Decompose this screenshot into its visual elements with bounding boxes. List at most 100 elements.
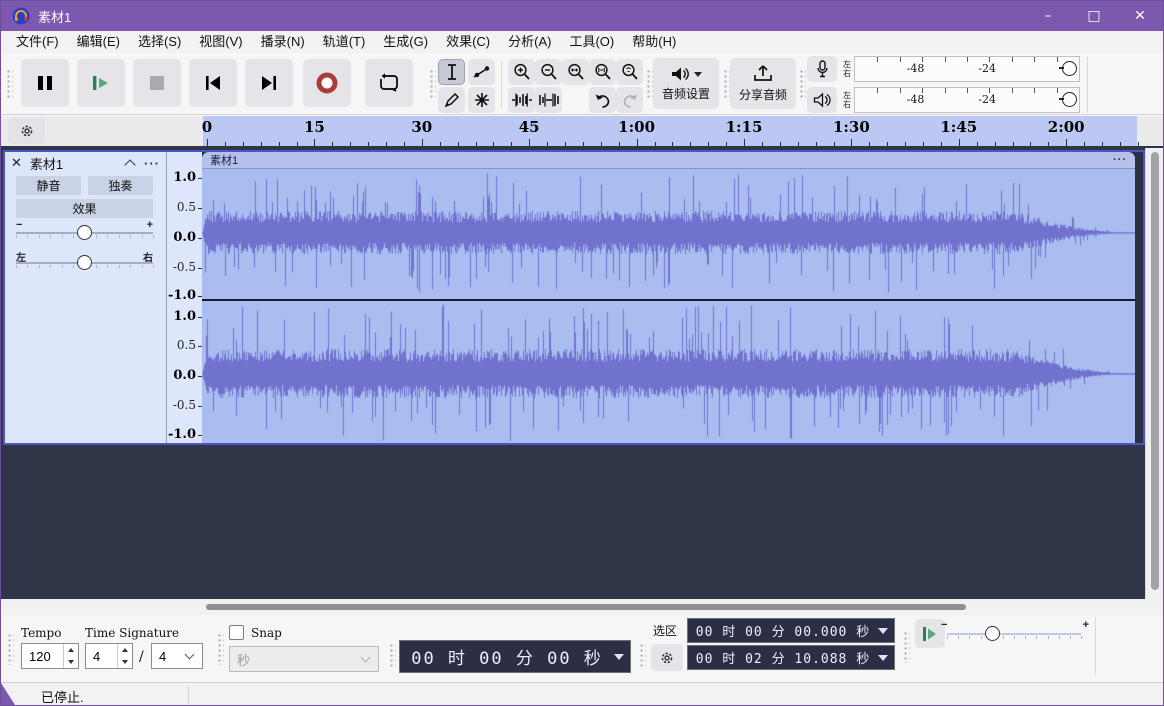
selection-start-display[interactable]: 00 时 00 分 00.000 秒 (687, 618, 895, 643)
snap-unit-combo[interactable]: 秒 (229, 646, 379, 672)
meters-grip[interactable] (799, 69, 806, 99)
track[interactable]: ✕ 素材1 ··· 静音 独奏 效果 − + 左 右 1.0 0.5 0.0 -… (3, 150, 1145, 445)
share-grip[interactable] (723, 69, 730, 99)
loop-button[interactable] (365, 59, 413, 107)
effects-button[interactable]: 效果 (16, 199, 153, 218)
ts-down-button[interactable] (118, 656, 132, 668)
record-button[interactable] (303, 59, 351, 107)
share-audio-button[interactable]: 分享音频 (730, 58, 796, 109)
mute-button[interactable]: 静音 (16, 176, 81, 195)
clip-header[interactable]: 素材1 ··· (202, 152, 1135, 169)
vertical-scale[interactable]: 1.0 0.5 0.0 -0.5 -1.0 1.0 0.5 0.0 -0.5 -1.0 (166, 152, 202, 443)
track-name[interactable]: 素材1 (30, 154, 126, 173)
horizontal-scrollbar[interactable] (1, 599, 1163, 615)
tempo-value[interactable]: 120 (22, 649, 63, 664)
audio-position-display[interactable]: 00 时 00 分 00 秒 (399, 640, 631, 673)
audio-clip[interactable]: 素材1 ··· (202, 152, 1135, 443)
ts-up-button[interactable] (118, 644, 132, 656)
snap-grip[interactable] (217, 633, 224, 665)
pan-slider[interactable]: 左 右 (16, 252, 154, 274)
waveform-channel-left[interactable] (202, 169, 1135, 299)
multi-tool-button[interactable] (468, 87, 495, 113)
snap-checkbox[interactable] (229, 625, 244, 640)
record-meter-button[interactable] (807, 56, 837, 82)
minimize-button[interactable]: – (1025, 1, 1071, 31)
silence-selection-button[interactable] (535, 87, 562, 113)
waveform-channel-right[interactable] (202, 301, 1135, 443)
selection-tool-button[interactable] (438, 59, 465, 85)
clip-menu-button[interactable]: ··· (1113, 154, 1127, 166)
menu-item[interactable]: 播录(N) (252, 31, 314, 53)
menu-item[interactable]: 视图(V) (190, 31, 251, 53)
track-collapse-icon[interactable] (124, 159, 136, 171)
draw-tool-button[interactable] (438, 87, 465, 113)
tempo-spinner[interactable]: 120 (21, 643, 79, 669)
menu-item[interactable]: 轨道(T) (314, 31, 375, 53)
solo-button[interactable]: 独奏 (88, 176, 153, 195)
tempo-up-button[interactable] (64, 644, 78, 656)
menu-item[interactable]: 文件(F) (7, 31, 68, 53)
timeline-ruler[interactable]: 0 15 30 45 1:00 1:15 1:30 1:45 2:00 (202, 116, 1163, 146)
time-signature-upper-value[interactable]: 4 (86, 649, 117, 664)
selection-start-value[interactable]: 00 时 00 分 00.000 秒 (688, 621, 878, 640)
vertical-scrollbar[interactable] (1145, 148, 1163, 599)
zoom-out-button[interactable] (535, 59, 562, 85)
envelope-tool-button[interactable] (468, 59, 495, 85)
pan-slider-thumb[interactable] (77, 255, 92, 270)
tools-grip[interactable] (429, 69, 436, 99)
gain-slider-thumb[interactable] (77, 225, 92, 240)
play-button[interactable] (77, 59, 125, 107)
tempo-down-button[interactable] (64, 656, 78, 668)
selection-end-value[interactable]: 00 时 02 分 10.088 秒 (688, 648, 878, 667)
undo-button[interactable] (589, 87, 616, 113)
recording-meter[interactable]: 左右 -48 -24 (807, 56, 1080, 82)
skip-to-end-button[interactable] (245, 59, 293, 107)
close-button[interactable]: ✕ (1117, 1, 1163, 31)
selection-end-display[interactable]: 00 时 02 分 10.088 秒 (687, 645, 895, 670)
vertical-scrollbar-thumb[interactable] (1151, 152, 1159, 590)
audio-setup-button[interactable]: 音频设置 (653, 58, 719, 109)
audio-position-value[interactable]: 00 时 00 分 00 秒 (400, 644, 614, 669)
play-meter-scale[interactable]: -48 -24 (854, 87, 1080, 113)
play-speed-slider-thumb[interactable] (985, 626, 1000, 641)
waveform-canvas-right[interactable] (202, 301, 1135, 443)
stop-button[interactable] (133, 59, 181, 107)
track-control-panel[interactable]: ✕ 素材1 ··· 静音 独奏 效果 − + 左 右 (5, 152, 166, 443)
gain-slider[interactable]: − + (16, 219, 154, 244)
horizontal-scrollbar-thumb[interactable] (206, 604, 966, 610)
time-format-dropdown-icon[interactable] (878, 654, 888, 661)
menu-item[interactable]: 编辑(E) (68, 31, 129, 53)
time-signature-grip[interactable] (7, 633, 14, 665)
playback-meter[interactable]: 左右 -48 -24 (807, 87, 1080, 113)
play-speed-slider[interactable]: − + (941, 619, 1089, 641)
menu-item[interactable]: 工具(O) (560, 31, 623, 53)
trim-outside-selection-button[interactable] (508, 87, 535, 113)
time-format-dropdown-icon[interactable] (614, 653, 624, 660)
menu-item[interactable]: 分析(A) (499, 31, 560, 53)
redo-button[interactable] (616, 87, 643, 113)
fit-selection-button[interactable] (562, 59, 589, 85)
selection-options-button[interactable] (651, 644, 683, 671)
time-grip[interactable] (389, 643, 396, 669)
time-signature-lower-combo[interactable]: 4 (151, 643, 203, 669)
timeline-options-button[interactable] (8, 118, 45, 144)
track-canvas-area[interactable]: ✕ 素材1 ··· 静音 独奏 效果 − + 左 右 1.0 0.5 0.0 -… (1, 146, 1163, 599)
time-signature-upper-spinner[interactable]: 4 (85, 643, 133, 669)
menu-item[interactable]: 生成(G) (374, 31, 437, 53)
maximize-button[interactable]: □ (1071, 1, 1117, 31)
skip-to-start-button[interactable] (189, 59, 237, 107)
track-close-button[interactable]: ✕ (11, 155, 22, 171)
zoom-in-button[interactable] (508, 59, 535, 85)
selection-grip[interactable] (639, 643, 646, 669)
menu-item[interactable]: 效果(C) (437, 31, 499, 53)
waveform-canvas-left[interactable] (202, 169, 1135, 296)
pause-button[interactable] (21, 59, 69, 107)
menu-item[interactable]: 选择(S) (129, 31, 190, 53)
time-format-dropdown-icon[interactable] (878, 627, 888, 634)
record-meter-scale[interactable]: -48 -24 (854, 56, 1080, 82)
track-menu-button[interactable]: ··· (144, 156, 160, 171)
transport-grip[interactable] (6, 69, 13, 99)
fit-project-button[interactable] (589, 59, 616, 85)
zoom-toggle-button[interactable] (616, 59, 643, 85)
audio-setup-grip[interactable] (646, 69, 653, 99)
